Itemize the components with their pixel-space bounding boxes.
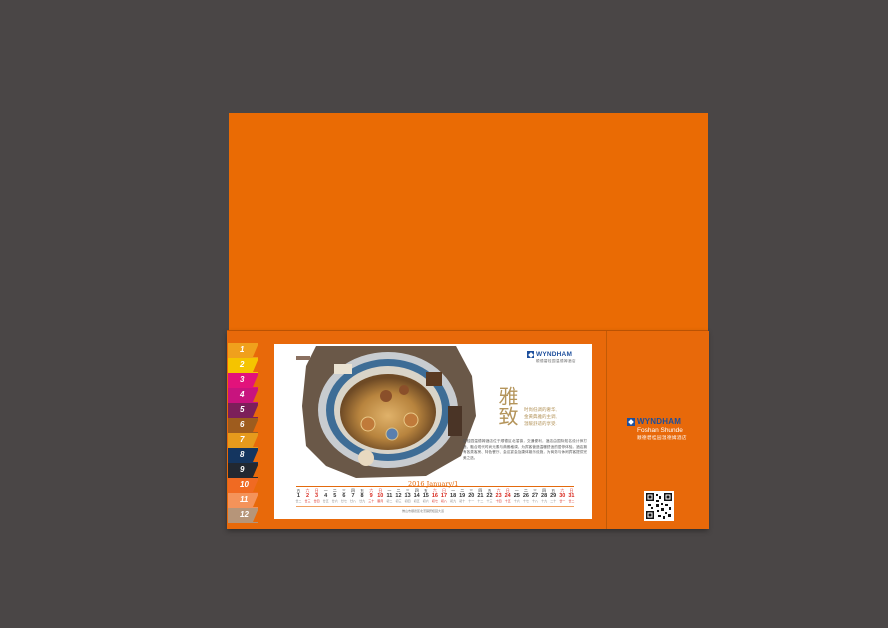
calendar-day: 1 <box>296 492 300 499</box>
lunar-date: 十九 <box>541 499 548 503</box>
lunar-date: 廿二 <box>295 499 302 503</box>
month-tab[interactable]: 11 <box>228 493 259 508</box>
lunar-date: 廿一 <box>559 499 566 503</box>
calendar-day: 21 <box>477 492 484 499</box>
lunar-date: 初八 <box>440 499 447 503</box>
calendar-day: 26 <box>522 492 529 499</box>
month-tab[interactable]: 9 <box>228 463 259 478</box>
calendar-day: 11 <box>386 492 393 499</box>
folder-right-panel: WYNDHAM Foshan Shunde 顺德碧桂园温德姆酒店 <box>606 331 709 529</box>
lunar-date: 十五 <box>504 499 511 503</box>
calendar-day: 15 <box>422 492 429 499</box>
headline: 雅致 <box>495 386 519 426</box>
lunar-date: 廿六 <box>331 499 338 503</box>
calendar-day: 27 <box>531 492 539 499</box>
lunar-date: 初五 <box>413 499 420 503</box>
poem-line: 时尚低调的奢华, <box>524 407 557 412</box>
lunar-date: 十二 <box>477 499 484 503</box>
lunar-date: 十四 <box>495 499 502 503</box>
poem-line: 金黄典雅的主调, <box>524 414 557 419</box>
month-tab[interactable]: 6 <box>228 418 259 433</box>
brand-location: Foshan Shunde <box>637 427 683 434</box>
calendar-title: 2016 January/1 <box>408 480 459 488</box>
calendar-day: 2 <box>305 492 310 499</box>
month-tab[interactable]: 8 <box>228 448 259 463</box>
calendar-day: 23 <box>495 492 502 499</box>
lunar-date: 十六 <box>513 499 520 503</box>
lunar-date: 初三 <box>395 499 402 503</box>
calendar-day: 25 <box>513 492 520 499</box>
lunar-date: 初六 <box>422 499 429 503</box>
lunar-date: 初四 <box>404 499 411 503</box>
lunar-date: 廿二 <box>568 499 575 503</box>
lunar-date: 廿五 <box>322 499 329 503</box>
calendar-day: 22 <box>486 492 493 499</box>
calendar-day: 31 <box>568 492 575 499</box>
month-tab[interactable]: 10 <box>228 478 259 493</box>
month-tab[interactable]: 1 <box>228 343 259 358</box>
lunar-date: 十八 <box>531 499 538 503</box>
wyndham-logo-icon <box>527 351 534 358</box>
month-tab[interactable]: 5 <box>228 403 259 418</box>
calendar-day: 18 <box>450 492 457 499</box>
calendar-day: 29 <box>550 492 557 499</box>
month-tab[interactable]: 7 <box>228 433 259 448</box>
lunar-date: 初九 <box>450 499 457 503</box>
lunar-date: 廿七 <box>340 499 347 503</box>
hotel-atrium-photo <box>276 346 478 478</box>
lunar-date: 廿三 <box>304 499 311 503</box>
lunar-date: 十一 <box>468 499 475 503</box>
footer-address: 佛山市顺德区北滘镇碧桂园大道 <box>402 509 445 513</box>
calendar-day: 9 <box>369 492 373 499</box>
calendar-day: 19 <box>459 492 466 499</box>
calendar-day: 30 <box>559 492 566 499</box>
wyndham-logo-icon <box>627 417 635 426</box>
calendar-day: 5 <box>333 492 337 499</box>
month-tab[interactable]: 2 <box>228 358 259 373</box>
calendar-day: 13 <box>404 492 411 499</box>
month-tab[interactable]: 4 <box>228 388 259 403</box>
description: 碧桂园温德姆酒店位于顺德区北滘镇，交通便利，酒店由国际知名设计师打造，融合现代时… <box>463 439 587 460</box>
calendar-day: 10 <box>377 492 384 499</box>
qr-code-icon <box>644 491 674 521</box>
lunar-date: 廿九 <box>359 499 366 503</box>
calendar-day: 14 <box>413 492 420 499</box>
calendar-day: 4 <box>324 492 328 499</box>
folder-top-flap <box>229 113 708 331</box>
calendar-day: 28 <box>541 492 548 499</box>
calendar-day: 8 <box>360 492 364 499</box>
brand-chinese-name: 顺德碧桂园温德姆酒店 <box>637 435 687 440</box>
calendar-card: WYNDHAM 顺德碧桂园温德姆酒店 雅致 时尚低调的奢华, 金黄典雅的主调, … <box>274 344 592 519</box>
calendar-day: 20 <box>468 492 475 499</box>
month-tab[interactable]: 12 <box>228 508 259 523</box>
lunar-date: 十三 <box>486 499 493 503</box>
lunar-date: 初二 <box>386 499 393 503</box>
lunar-date: 初十 <box>459 499 466 503</box>
lunar-date: 二十 <box>550 499 557 503</box>
calendar-day: 6 <box>342 492 346 499</box>
card-brand-name: WYNDHAM <box>536 351 573 358</box>
calendar-day: 17 <box>440 492 448 499</box>
calendar-day: 12 <box>395 492 402 499</box>
lunar-date: 廿八 <box>349 499 356 503</box>
calendar-rule <box>296 486 574 487</box>
poem-line: 温暖舒适的享受. <box>524 421 557 426</box>
lunar-date: 初七 <box>431 499 438 503</box>
month-tab[interactable]: 3 <box>228 373 259 388</box>
calendar-day: 3 <box>315 492 319 499</box>
calendar-day: 7 <box>351 492 355 499</box>
lunar-date: 三十 <box>368 499 375 503</box>
poem: 时尚低调的奢华, 金黄典雅的主调, 温暖舒适的享受. <box>524 406 588 427</box>
lunar-date: 廿四 <box>313 499 320 503</box>
calendar-day: 24 <box>504 492 511 499</box>
card-brand-logo: WYNDHAM 顺德碧桂园温德姆酒店 <box>527 351 587 364</box>
brand-name: WYNDHAM <box>637 417 682 426</box>
lunar-date: 十七 <box>522 499 529 503</box>
month-tabs: 1 2 3 4 5 6 7 8 9 10 11 12 <box>228 343 259 523</box>
lunar-date: 腊月 <box>377 499 384 503</box>
calendar-rule-bottom <box>296 506 574 507</box>
card-brand-chinese-name: 顺德碧桂园温德姆酒店 <box>536 359 576 363</box>
brand-logo: WYNDHAM Foshan Shunde 顺德碧桂园温德姆酒店 <box>627 417 697 441</box>
calendar-day: 16 <box>431 492 438 499</box>
